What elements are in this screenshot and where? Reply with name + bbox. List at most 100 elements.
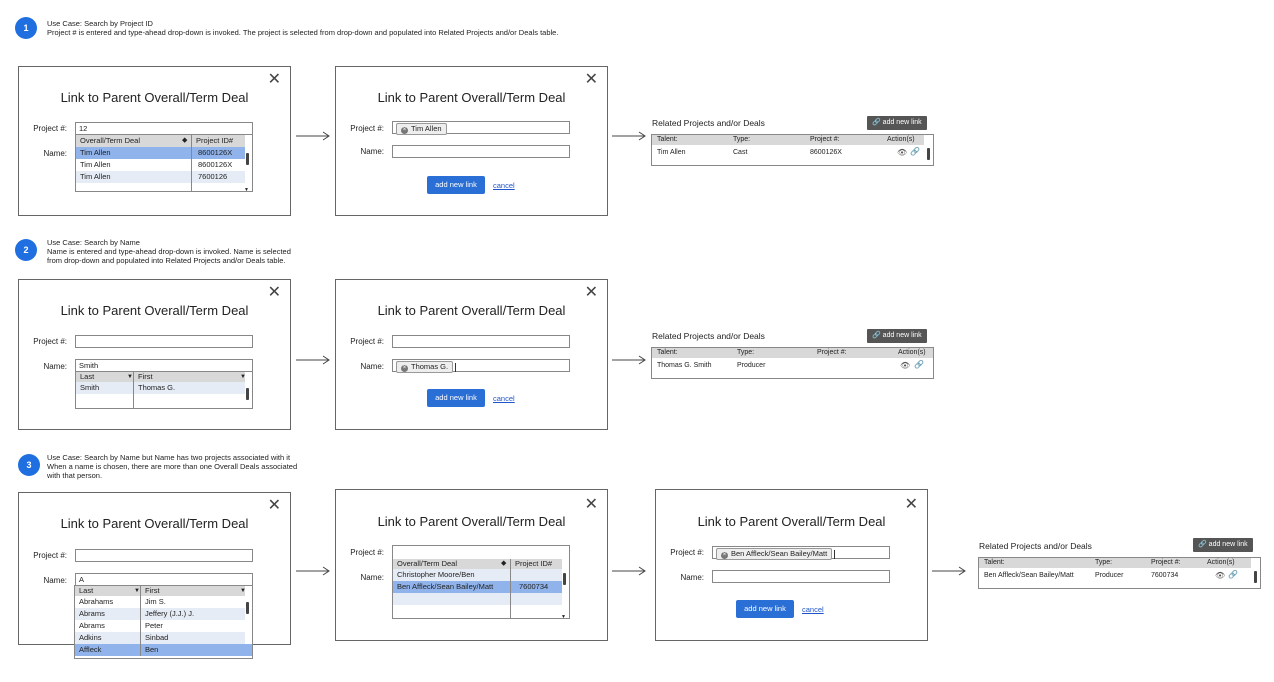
dropdown-row[interactable]: Christopher Moore/Ben <box>393 569 562 581</box>
dropdown-row[interactable]: Smith Thomas G. <box>76 382 245 394</box>
dropdown-row[interactable]: Abrams Peter <box>75 620 245 632</box>
typeahead-dropdown[interactable]: Overall/Term Deal ◆ Project ID# Tim Alle… <box>75 134 253 193</box>
chevron-down-icon[interactable]: ▼ <box>236 586 246 596</box>
remove-chip-icon[interactable]: × <box>401 365 408 372</box>
dropdown-row[interactable]: Tim Allen 8600126X <box>76 147 245 159</box>
project-input[interactable] <box>75 549 253 562</box>
dropdown-row <box>76 394 245 408</box>
name-input[interactable] <box>392 145 570 158</box>
dropdown-row[interactable]: Tim Allen 8600126X <box>76 159 245 171</box>
add-new-link-button[interactable]: 🔗 add new link <box>867 329 927 343</box>
name-label: Name: <box>360 362 384 371</box>
chevron-down-icon[interactable]: ▼ <box>244 187 249 193</box>
scrollbar-thumb[interactable] <box>246 153 249 165</box>
add-new-link-button[interactable]: 🔗 add new link <box>867 116 927 130</box>
dialog-title: Link to Parent Overall/Term Deal <box>697 514 886 529</box>
typeahead-dropdown[interactable]: Last ▼ First ▼ Abrahams Jim S. Abrams Je… <box>74 585 253 659</box>
dropdown-row[interactable]: Ben Affleck/Sean Bailey/Matt 7600734 <box>393 581 562 593</box>
dropdown-row <box>393 605 562 618</box>
scrollbar-thumb[interactable] <box>1254 571 1257 583</box>
chevron-down-icon[interactable]: ▼ <box>123 372 133 382</box>
remove-chip-icon[interactable]: × <box>721 552 728 559</box>
project-input[interactable]: × Ben Affleck/Sean Bailey/Matt <box>712 546 890 560</box>
add-new-link-button[interactable]: add new link <box>427 176 485 194</box>
view-icon[interactable]: 👁 <box>900 361 910 370</box>
sort-icon[interactable]: ◆ <box>497 559 510 569</box>
close-icon[interactable]: ✕ <box>585 72 598 88</box>
project-input[interactable]: × Tim Allen <box>392 121 570 135</box>
name-label: Name: <box>43 149 67 158</box>
related-table: Talent: Type: Project #: Action(s) Tim A… <box>651 134 934 166</box>
chevron-down-icon[interactable]: ▼ <box>561 614 566 620</box>
dropdown-cell: Peter <box>140 620 245 632</box>
typeahead-dropdown[interactable]: Last ▼ First ▼ Smith Thomas G. <box>75 371 253 409</box>
chevron-down-icon[interactable]: ▼ <box>236 372 246 382</box>
column-header: Action(s) <box>898 349 926 356</box>
dropdown-row <box>393 593 562 605</box>
add-new-link-button[interactable]: add new link <box>736 600 794 618</box>
project-input[interactable] <box>392 335 570 348</box>
scrollbar-thumb[interactable] <box>927 148 930 160</box>
scrollbar[interactable] <box>1252 568 1259 588</box>
scrollbar[interactable] <box>925 145 932 165</box>
project-input[interactable] <box>75 335 253 348</box>
close-icon[interactable]: ✕ <box>905 497 918 513</box>
column-header: Project #: <box>1151 559 1181 566</box>
related-title: Related Projects and/or Deals <box>652 331 765 341</box>
project-input[interactable] <box>393 546 571 559</box>
name-input[interactable] <box>712 570 890 583</box>
dropdown-row[interactable]: Tim Allen 7600126 <box>76 171 245 183</box>
view-icon[interactable]: 👁 <box>897 148 907 157</box>
column-header: Project #: <box>810 136 840 143</box>
column-header: Type: <box>1095 559 1113 566</box>
remove-chip-icon[interactable]: × <box>401 127 408 134</box>
typeahead-dropdown[interactable]: Overall/Term Deal ◆ Project ID# Christop… <box>392 545 571 620</box>
cancel-link[interactable]: cancel <box>493 181 515 190</box>
scrollbar[interactable] <box>244 596 251 644</box>
close-icon[interactable]: ✕ <box>268 498 281 514</box>
dialog-title: Link to Parent Overall/Term Deal <box>60 90 249 105</box>
dropdown-header: Last ▼ First ▼ <box>76 372 246 382</box>
dialog-title: Link to Parent Overall/Term Deal <box>60 303 249 318</box>
dropdown-row[interactable]: Affleck Ben <box>75 644 252 656</box>
dropdown-row[interactable]: Adkins Sinbad <box>75 632 245 644</box>
scrollbar[interactable]: ▼ <box>561 569 568 620</box>
arrow-right-icon <box>296 355 330 365</box>
add-new-link-label: add new link <box>1208 541 1248 548</box>
add-new-link-button[interactable]: add new link <box>427 389 485 407</box>
scrollbar-thumb[interactable] <box>246 602 249 614</box>
cancel-link[interactable]: cancel <box>802 605 824 614</box>
close-icon[interactable]: ✕ <box>268 285 281 301</box>
related-title: Related Projects and/or Deals <box>652 118 765 128</box>
use-case-number-badge: 1 <box>15 17 37 39</box>
dialog-title: Link to Parent Overall/Term Deal <box>377 90 566 105</box>
dropdown-cell: Abrams <box>79 621 105 630</box>
table-cell: Producer <box>1095 572 1124 579</box>
table-cell: 8600126X <box>810 149 842 156</box>
dropdown-row[interactable]: Abrahams Jim S. <box>75 596 245 608</box>
selected-chip: × Thomas G. <box>396 361 454 373</box>
link-icon[interactable]: 🔗 <box>1228 570 1238 579</box>
close-icon[interactable]: ✕ <box>585 497 598 513</box>
scrollbar[interactable] <box>244 382 251 408</box>
dropdown-row <box>76 183 245 191</box>
name-label: Name: <box>43 362 67 371</box>
dropdown-row[interactable]: Abrams Jeffery (J.J.) J. <box>75 608 245 620</box>
view-icon[interactable]: 👁 <box>1215 571 1225 580</box>
name-input[interactable]: × Thomas G. <box>392 359 570 373</box>
add-new-link-button[interactable]: 🔗 add new link <box>1193 538 1253 552</box>
sort-icon[interactable]: ◆ <box>178 135 191 147</box>
close-icon[interactable]: ✕ <box>585 285 598 301</box>
scrollbar-thumb[interactable] <box>563 573 566 585</box>
cancel-link[interactable]: cancel <box>493 394 515 403</box>
name-label: Name: <box>43 576 67 585</box>
scrollbar[interactable]: ▼ <box>244 147 251 193</box>
related-title: Related Projects and/or Deals <box>979 541 1092 551</box>
column-header: Type: <box>733 136 751 143</box>
chevron-down-icon[interactable]: ▼ <box>130 586 140 596</box>
scrollbar-thumb[interactable] <box>246 388 249 400</box>
table-header <box>652 348 933 358</box>
link-icon[interactable]: 🔗 <box>910 147 920 156</box>
close-icon[interactable]: ✕ <box>268 72 281 88</box>
link-icon[interactable]: 🔗 <box>914 360 924 369</box>
